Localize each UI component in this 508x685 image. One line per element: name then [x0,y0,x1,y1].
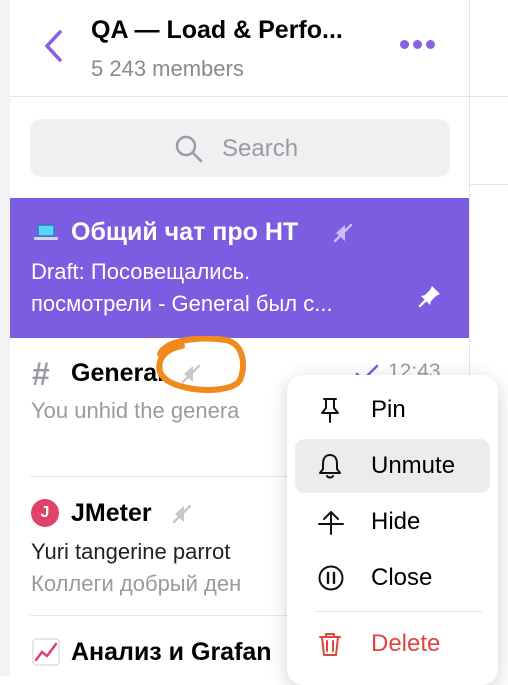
chat-name: Общий чат про НТ [71,218,299,246]
menu-item-label: Pin [371,396,406,423]
hide-icon [318,511,344,535]
muted-icon [333,223,353,243]
chat-preview-line-2: посмотрели - General был с... [31,291,333,316]
context-menu: Pin Unmute Hide Close Delete [287,375,498,685]
chat-preview-line-2: Коллеги добрый ден [31,571,242,596]
laptop-icon [34,224,58,240]
menu-item-unmute[interactable]: Unmute [295,439,490,493]
chart-increasing-icon [32,638,60,666]
pin-icon [418,286,440,308]
chat-name: Анализ и Grafan [71,638,272,666]
jmeter-avatar-icon: J [31,499,59,527]
back-button[interactable] [42,28,66,69]
draft-label: Draft: [31,259,85,284]
chat-item-general-discussion[interactable]: Общий чат про НТ Draft: Посовещались. по… [10,198,469,338]
left-edge [0,0,10,676]
menu-item-close[interactable]: Close [295,551,490,605]
chat-header: QA — Load & Perfo... 5 243 members [10,0,469,97]
menu-divider [315,611,482,612]
trash-icon [319,633,341,656]
search-placeholder: Search [222,135,299,162]
pin-icon [321,398,339,423]
menu-item-hide[interactable]: Hide [295,495,490,549]
group-title[interactable]: QA — Load & Perfo... [91,16,343,45]
chat-name: JMeter [71,499,152,527]
menu-item-label: Hide [371,508,421,535]
chat-preview-sender: Yuri tangerine parrot [31,539,231,564]
search-icon [175,135,203,163]
bell-icon [319,454,341,479]
hash-icon: # [32,356,50,392]
search-input[interactable]: Search [30,119,450,177]
menu-item-label: Delete [371,630,441,657]
menu-item-delete[interactable]: Delete [295,617,490,671]
menu-item-label: Unmute [371,452,456,479]
chevron-left-icon [45,30,62,62]
annotation-circle [156,336,246,393]
menu-item-pin[interactable]: Pin [295,383,490,437]
member-count: 5 243 members [91,56,244,81]
chat-preview-line-1: Draft: Посовещались. [31,259,251,284]
pause-circle-icon [318,565,344,591]
chat-preview-line-1: You unhid the genera [31,398,240,423]
more-options-icon[interactable] [400,40,435,49]
menu-item-label: Close [371,564,433,591]
muted-icon [172,504,192,524]
